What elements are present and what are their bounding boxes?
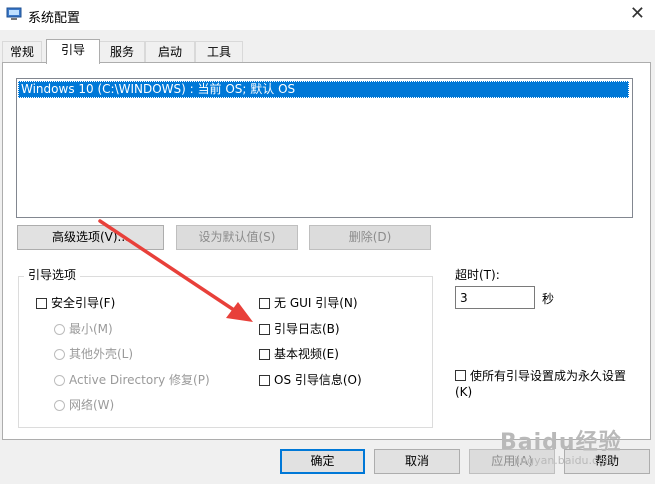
- watermark-url: jingyan.baidu.com: [514, 454, 616, 467]
- watermark-brand: Baidu经验: [500, 430, 622, 455]
- tab-boot[interactable]: 引导: [46, 39, 100, 64]
- annotation-arrow: [98, 219, 253, 322]
- baidu-watermark: Baidu经验 jingyan.baidu.com: [500, 424, 622, 467]
